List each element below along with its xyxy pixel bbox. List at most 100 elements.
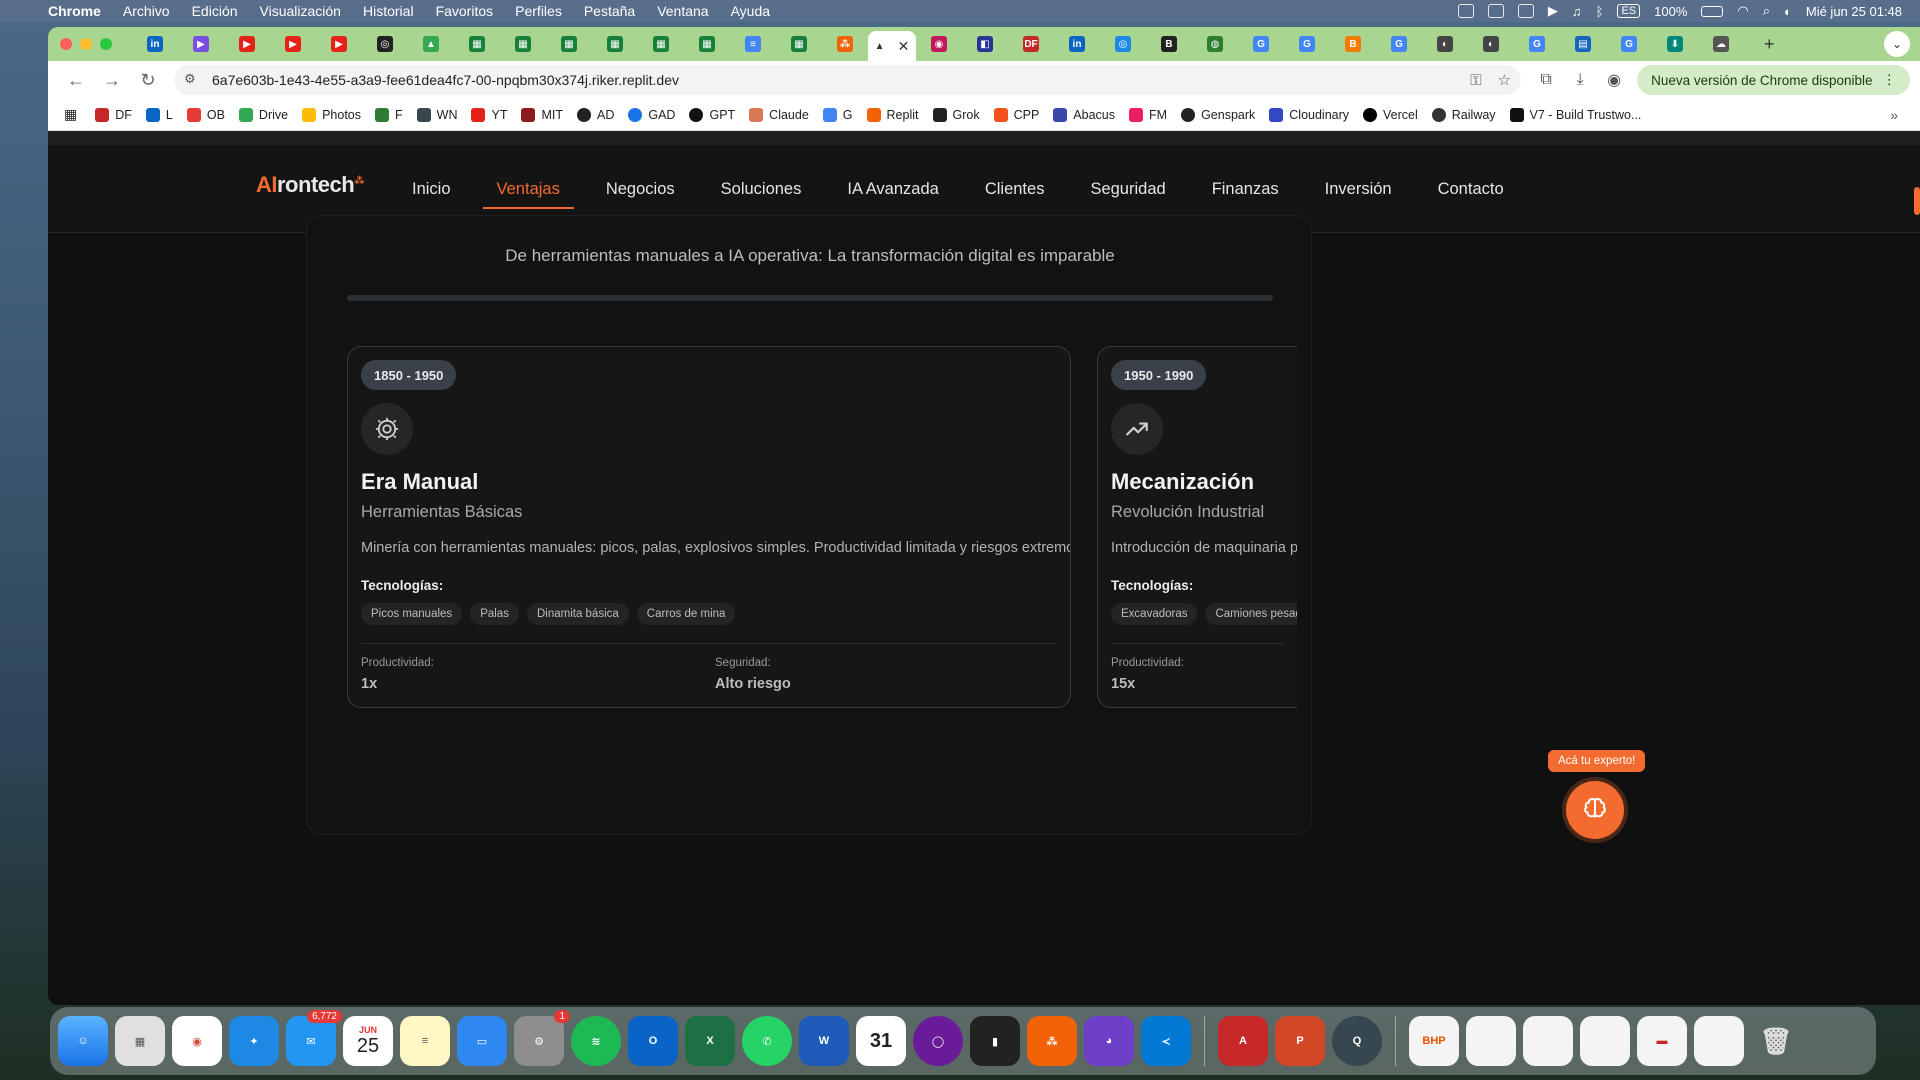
page-scrollbar[interactable] (1914, 187, 1920, 215)
tab-sheets-1[interactable]: ▦ (469, 36, 485, 52)
control-center-icon[interactable]: ◐ (1784, 4, 1792, 19)
tab-app-9[interactable]: ⬇ (1667, 36, 1683, 52)
calendar-icon[interactable]: JUN 25 (343, 1016, 393, 1066)
key-icon[interactable]: ⚿ (1470, 72, 1481, 89)
tab-app-3[interactable]: ◎ (1115, 36, 1131, 52)
finder-icon[interactable]: ☺ (58, 1016, 108, 1066)
menu-visualizacion[interactable]: Visualización (260, 3, 341, 19)
bookmark-v7[interactable]: V7 - Build Trustwo... (1509, 107, 1641, 122)
search-icon[interactable]: ⌕ (1763, 3, 1770, 19)
maximize-window-button[interactable] (100, 38, 112, 50)
play-icon[interactable]: ▶ (1548, 3, 1558, 19)
tab-app-2[interactable]: ◧ (977, 36, 993, 52)
tab-active[interactable]: ▲ ✕ (868, 31, 916, 61)
powerpoint-icon[interactable]: P (1275, 1016, 1325, 1066)
outlook-icon[interactable]: O (628, 1016, 678, 1066)
bookmark-gpt[interactable]: GPT (689, 107, 735, 122)
tab-app-10[interactable]: ☁ (1713, 36, 1729, 52)
bookmark-df[interactable]: DF (95, 107, 132, 122)
recent-file-3[interactable] (1580, 1016, 1630, 1066)
nav-inversion[interactable]: Inversión (1325, 145, 1392, 233)
bookmark-cpp[interactable]: CPP (993, 107, 1039, 122)
bookmark-ad[interactable]: AD (577, 107, 614, 122)
launchpad-icon[interactable]: ▦ (115, 1016, 165, 1066)
menu-ventana[interactable]: Ventana (657, 3, 708, 19)
forward-icon[interactable]: → (94, 70, 130, 91)
tab-sheets-5[interactable]: ▦ (653, 36, 669, 52)
tab-sheets-2[interactable]: ▦ (515, 36, 531, 52)
tab-openai[interactable]: ◎ (377, 36, 393, 52)
recent-file-5[interactable] (1694, 1016, 1744, 1066)
trash-icon[interactable]: 🗑 (1751, 1016, 1801, 1066)
profile-avatar[interactable]: ◉ (1597, 70, 1631, 90)
chrome-update-button[interactable]: Nueva versión de Chrome disponible ⋮ (1637, 65, 1910, 95)
bookmarks-overflow-icon[interactable]: » (1890, 107, 1898, 123)
keynote-icon[interactable]: ▭ (457, 1016, 507, 1066)
tab-search-button[interactable]: ⌄ (1884, 31, 1910, 57)
safari-icon[interactable]: ✦ (229, 1016, 279, 1066)
bookmark-g[interactable]: G (822, 107, 853, 122)
tab-sheets-6[interactable]: ▦ (699, 36, 715, 52)
battery-icon[interactable] (1701, 5, 1724, 17)
settings-icon[interactable]: ⚙ 1 (514, 1010, 570, 1066)
word-icon[interactable]: W (799, 1016, 849, 1066)
mail-icon[interactable]: ✉ 6,772 (286, 1010, 342, 1066)
bookmark-l[interactable]: L (145, 107, 173, 122)
tab-video[interactable]: ▶ (193, 36, 209, 52)
bookmark-claude[interactable]: Claude (749, 107, 809, 122)
tab-youtube-1[interactable]: ▶ (239, 36, 255, 52)
extensions-icon[interactable]: ⧉ (1529, 71, 1563, 89)
bookmark-f[interactable]: F (375, 107, 403, 122)
bookmark-photos[interactable]: Photos (302, 107, 361, 122)
menu-favoritos[interactable]: Favoritos (436, 3, 494, 19)
bookmark-railway[interactable]: Railway (1431, 107, 1496, 122)
tab-docs[interactable]: ≡ (745, 36, 761, 52)
menu-chrome[interactable]: Chrome (48, 3, 101, 19)
reload-icon[interactable]: ↻ (130, 70, 166, 91)
tab-df[interactable]: DF (1023, 36, 1039, 52)
tab-sheets-4[interactable]: ▦ (607, 36, 623, 52)
tab-close-icon[interactable]: ✕ (898, 38, 910, 55)
notes-icon[interactable]: ≡ (400, 1016, 450, 1066)
bookmark-abacus[interactable]: Abacus (1053, 107, 1115, 122)
tab-youtube-2[interactable]: ▶ (285, 36, 301, 52)
tab-linkedin[interactable]: in (147, 36, 163, 52)
timeline-card-mecanizacion[interactable]: 1950 - 1990 Mecanización Revolución Indu… (1097, 346, 1297, 708)
tab-drive[interactable]: ▲ (423, 36, 439, 52)
back-icon[interactable]: ← (58, 70, 94, 91)
kebab-menu-icon[interactable]: ⋮ (1883, 72, 1897, 88)
excel-icon[interactable]: X (685, 1016, 735, 1066)
address-bar[interactable]: ⚙ 6a7e603b-1e43-4e55-a3a9-fee61dea4fc7-0… (174, 65, 1522, 95)
chrome-icon[interactable]: ◉ (172, 1016, 222, 1066)
bookmark-vercel[interactable]: Vercel (1363, 107, 1418, 122)
input-source-badge[interactable]: ES (1617, 4, 1641, 18)
acrobat-icon[interactable]: A (1218, 1016, 1268, 1066)
image-icon[interactable] (1517, 4, 1534, 18)
bluetooth-icon[interactable]: ᛒ (1596, 4, 1604, 19)
bookmark-yt[interactable]: YT (471, 107, 507, 122)
tab-app-8[interactable]: ▤ (1575, 36, 1591, 52)
quicktime-icon[interactable]: Q (1332, 1016, 1382, 1066)
tab-linkedin-2[interactable]: in (1069, 36, 1085, 52)
menu-archivo[interactable]: Archivo (123, 3, 170, 19)
tab-app-5[interactable]: ◍ (1207, 36, 1223, 52)
menu-ayuda[interactable]: Ayuda (731, 3, 770, 19)
recent-file-2[interactable] (1523, 1016, 1573, 1066)
wifi-icon[interactable]: ◠ (1737, 3, 1748, 19)
bookmark-wn[interactable]: WN (416, 107, 457, 122)
expert-tooltip[interactable]: Acá tu experto! (1548, 750, 1646, 772)
bookmark-ob[interactable]: OB (186, 107, 225, 122)
tab-google-2[interactable]: G (1299, 36, 1315, 52)
tab-google-4[interactable]: G (1529, 36, 1545, 52)
tab-sheets-7[interactable]: ▦ (791, 36, 807, 52)
calendar-31-icon[interactable]: 31 (856, 1016, 906, 1066)
menu-edicion[interactable]: Edición (192, 3, 238, 19)
clock[interactable]: Mié jun 25 01:48 (1806, 4, 1902, 19)
bookmark-star-icon[interactable]: ☆ (1498, 71, 1511, 89)
tab-replit[interactable]: ⁂ (837, 36, 853, 52)
site-info-icon[interactable]: ⚙ (184, 71, 202, 89)
bookmark-gad[interactable]: GAD (628, 107, 675, 122)
tab-youtube-3[interactable]: ▶ (331, 36, 347, 52)
recent-file-4[interactable]: ▬ (1637, 1016, 1687, 1066)
menu-pestana[interactable]: Pestaña (584, 3, 635, 19)
